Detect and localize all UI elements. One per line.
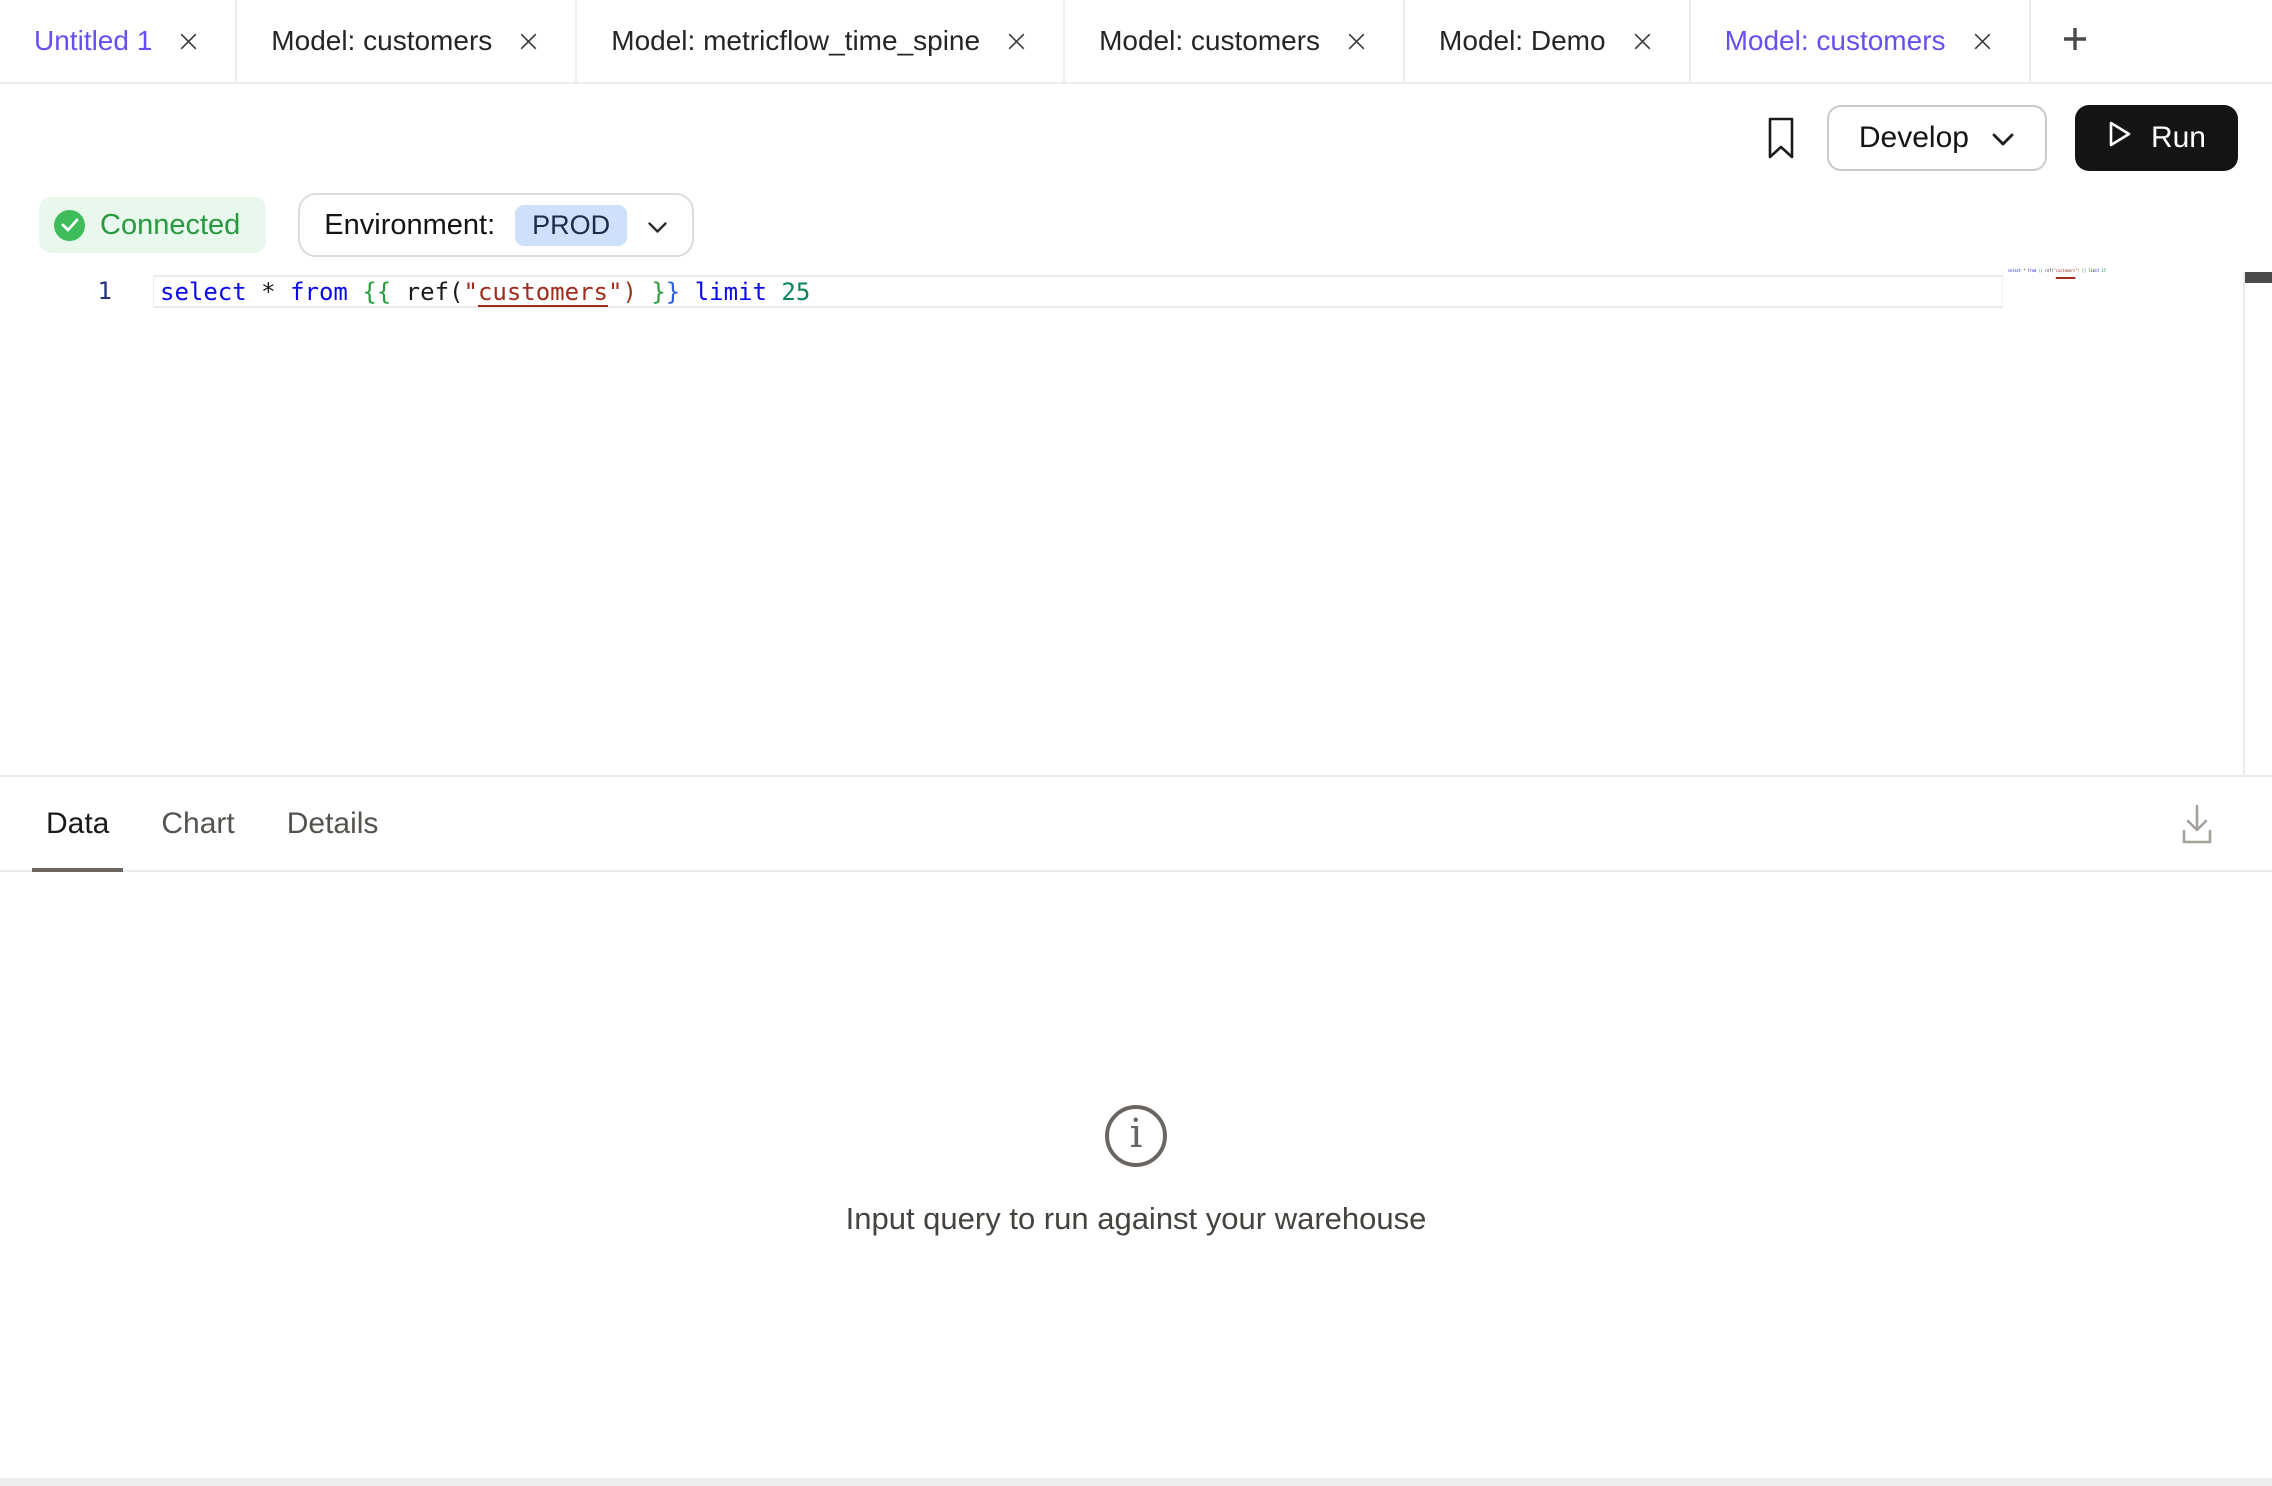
develop-button-label: Develop (1859, 121, 1969, 155)
tab-1[interactable]: Model: customers (237, 0, 577, 82)
empty-state: i Input query to run against your wareho… (0, 1105, 2272, 1237)
code-token: customers (478, 278, 608, 306)
editor-tabbar: Untitled 1 Model: customers Model: metricf… (0, 0, 2272, 84)
results-tab-details[interactable]: Details (273, 777, 393, 870)
results-tab-label: Details (287, 807, 379, 841)
tab-label: Model: metricflow_time_spine (611, 25, 980, 57)
results-tab-label: Chart (161, 807, 234, 841)
develop-button[interactable]: Develop (1827, 105, 2047, 171)
code-token (276, 278, 290, 306)
toolbar: Develop Run (0, 84, 2272, 192)
close-icon[interactable] (516, 29, 541, 54)
tab-3[interactable]: Model: customers (1065, 0, 1405, 82)
code-content: select * from {{ ref("customers") }} lim… (160, 278, 810, 306)
environment-label: Environment: (324, 209, 495, 242)
tab-label: Model: Demo (1439, 25, 1606, 57)
code-token: } (666, 278, 680, 306)
download-icon[interactable] (2179, 801, 2215, 847)
bookmark-icon[interactable] (1763, 115, 1799, 161)
code-token (767, 278, 781, 306)
code-token: " (463, 278, 477, 306)
run-button[interactable]: Run (2075, 105, 2238, 171)
scrollbar-thumb[interactable] (2245, 272, 2272, 283)
empty-state-message: Input query to run against your warehous… (846, 1201, 1427, 1237)
chevron-down-icon (647, 209, 668, 242)
tab-0[interactable]: Untitled 1 (0, 0, 237, 82)
check-icon (54, 210, 85, 241)
close-icon[interactable] (1004, 29, 1029, 54)
run-button-label: Run (2151, 121, 2206, 155)
environment-selector[interactable]: Environment: PROD (298, 193, 694, 257)
code-token: 25 (781, 278, 810, 306)
app-root: Untitled 1 Model: customers Model: metricf… (0, 0, 2272, 1486)
results-panel: Data Chart Details i Input query to run ag… (0, 777, 2272, 1486)
tab-label: Model: customers (271, 25, 492, 57)
code-token: limit (695, 278, 767, 306)
tab-5[interactable]: Model: customers (1691, 0, 2031, 82)
environment-value-badge: PROD (515, 205, 627, 246)
close-icon[interactable] (1970, 29, 1995, 54)
code-token (391, 278, 405, 306)
status-row: Connected Environment: PROD (0, 192, 2272, 258)
editor-scrollbar[interactable] (2243, 272, 2272, 775)
play-icon (2107, 119, 2133, 157)
tab-label: Model: customers (1725, 25, 1946, 57)
code-token (637, 278, 651, 306)
code-token: ) (622, 278, 636, 306)
code-token: * (261, 278, 275, 306)
code-token: 25 (2101, 268, 2105, 273)
info-icon: i (1105, 1105, 1167, 1167)
results-tab-data[interactable]: Data (32, 777, 123, 870)
code-token: ref (406, 278, 449, 306)
line-number: 1 (0, 275, 112, 308)
code-token: " (608, 278, 622, 306)
code-token: select (2008, 268, 2021, 273)
code-token: } (651, 278, 665, 306)
close-icon[interactable] (1344, 29, 1369, 54)
connection-status-badge: Connected (39, 197, 266, 253)
new-tab-button[interactable] (2031, 0, 2119, 82)
connection-status-label: Connected (100, 209, 240, 242)
close-icon[interactable] (1630, 29, 1655, 54)
sql-editor[interactable]: 1 select * from {{ ref("customers") }} l… (0, 258, 2272, 777)
code-token (348, 278, 362, 306)
tab-label: Model: customers (1099, 25, 1320, 57)
code-token: from (290, 278, 348, 306)
code-token: customers (2056, 268, 2076, 273)
code-token: {{ (362, 278, 391, 306)
code-token (247, 278, 261, 306)
close-icon[interactable] (176, 29, 201, 54)
tab-2[interactable]: Model: metricflow_time_spine (577, 0, 1065, 82)
results-tab-chart[interactable]: Chart (147, 777, 248, 870)
plus-icon (2061, 25, 2089, 58)
bottom-divider (0, 1478, 2272, 1486)
code-token (680, 278, 694, 306)
code-token: select (160, 278, 247, 306)
results-tabbar: Data Chart Details (0, 777, 2272, 872)
code-token: limit (2088, 268, 2099, 273)
results-tab-label: Data (46, 807, 109, 841)
code-current-line[interactable]: select * from {{ ref("customers") }} lim… (153, 275, 2003, 308)
editor-minimap[interactable]: select * from {{ ref("customers") }} lim… (2008, 268, 2098, 273)
tab-label: Untitled 1 (34, 25, 152, 57)
chevron-down-icon (1991, 121, 2015, 155)
code-token: ( (449, 278, 463, 306)
tab-4[interactable]: Model: Demo (1405, 0, 1691, 82)
